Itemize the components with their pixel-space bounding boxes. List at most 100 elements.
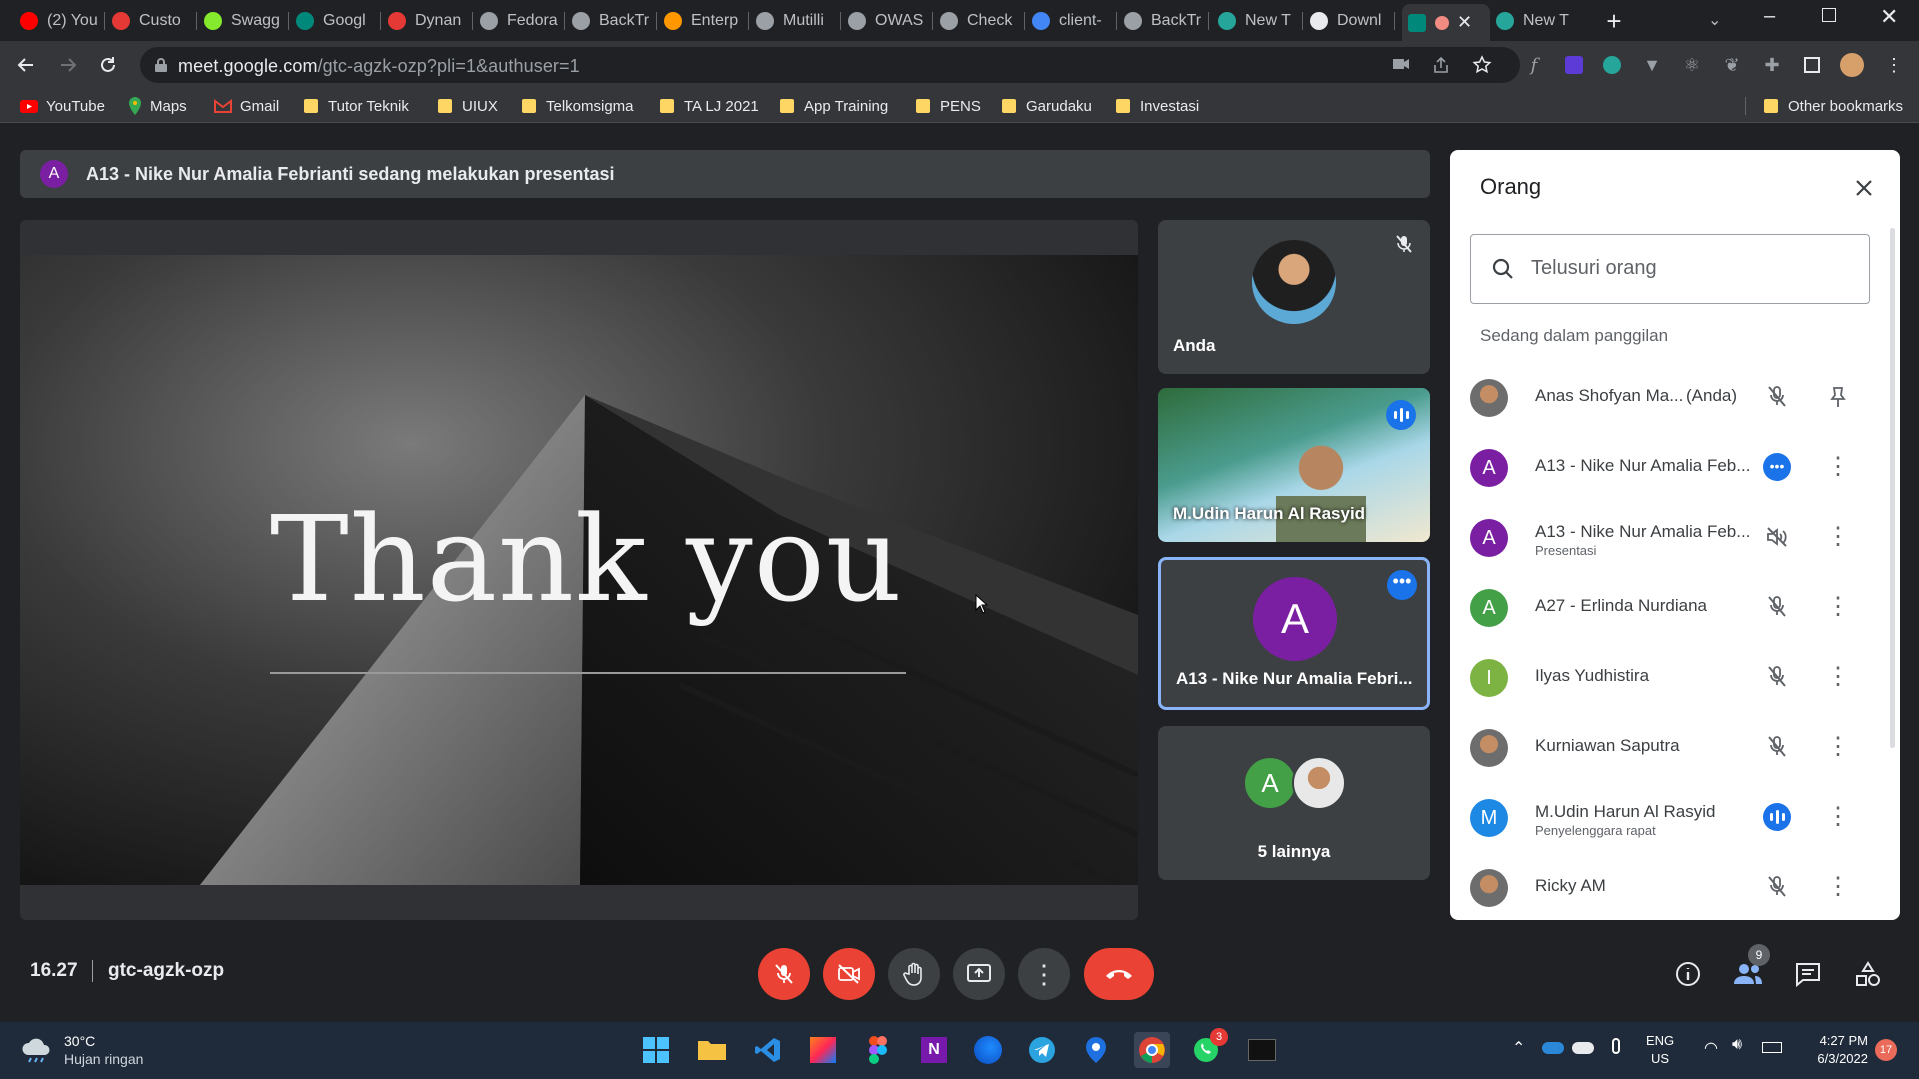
camera-toggle-button[interactable] — [823, 948, 875, 1000]
browser-tab[interactable]: OWAS — [842, 6, 930, 36]
browser-tab[interactable]: Custo — [106, 6, 194, 36]
camera-blocked-icon[interactable] — [1392, 57, 1410, 71]
extension-purple-icon[interactable] — [1562, 53, 1586, 77]
side-panel-icon[interactable] — [1800, 53, 1824, 77]
formula-extension-icon[interactable]: f — [1522, 53, 1546, 77]
tile-presenter[interactable]: A ••• A13 - Nike Nur Amalia Febri... — [1158, 557, 1430, 710]
extensions-puzzle-icon[interactable]: ✚ — [1760, 53, 1784, 77]
battery-icon[interactable] — [1762, 1042, 1782, 1053]
bookmark-gmail[interactable]: Gmail — [214, 96, 279, 116]
pin-icon[interactable] — [1823, 382, 1853, 412]
browser-tab[interactable]: (2) You — [14, 6, 102, 36]
browser-tab[interactable]: Fedora — [474, 6, 562, 36]
more-options-icon[interactable]: ⋮ — [1823, 662, 1853, 692]
terminal-taskbar[interactable] — [1244, 1032, 1280, 1068]
participant-row[interactable]: A A27 - Erlinda Nurdiana ⋮ — [1450, 572, 1900, 642]
browser-tab[interactable]: BackTr — [566, 6, 654, 36]
browser-tab[interactable]: Enterp — [658, 6, 746, 36]
mic-off-icon[interactable] — [1762, 732, 1792, 762]
browser-tab[interactable]: New T — [1212, 6, 1300, 36]
bookmark-pens[interactable]: PENS — [916, 96, 981, 116]
bookmark-youtube[interactable]: YouTube — [20, 96, 105, 116]
microphone-tray-icon[interactable] — [1612, 1038, 1620, 1054]
bookmark-maps[interactable]: Maps — [128, 96, 187, 116]
telegram-taskbar[interactable] — [1024, 1032, 1060, 1068]
tab-active-meet[interactable]: ✕ — [1402, 4, 1490, 41]
more-options-icon[interactable]: ⋮ — [1823, 802, 1853, 832]
participant-row[interactable]: Ricky AM ⋮ — [1450, 852, 1900, 922]
presentation-stage[interactable]: Thank you — [20, 220, 1138, 920]
leaf-extension-icon[interactable]: ❦ — [1720, 53, 1744, 77]
participant-row[interactable]: A A13 - Nike Nur Amalia Feb... Presentasi ⋮ — [1450, 502, 1900, 572]
bookmark-tutor-teknik[interactable]: Tutor Teknik — [304, 96, 409, 116]
browser-tab[interactable]: client- — [1026, 6, 1114, 36]
tab-search-icon[interactable]: ⌄ — [1708, 10, 1721, 30]
raise-hand-button[interactable] — [888, 948, 940, 1000]
whatsapp-taskbar[interactable]: 3 — [1188, 1028, 1228, 1068]
cloud-icon[interactable] — [1572, 1042, 1594, 1054]
mic-off-icon[interactable] — [1762, 872, 1792, 902]
reload-button[interactable] — [92, 49, 124, 81]
react-extension-icon[interactable]: ⚛ — [1680, 53, 1704, 77]
chrome-taskbar[interactable] — [1134, 1032, 1170, 1068]
present-screen-button[interactable] — [953, 948, 1005, 1000]
figma-taskbar[interactable] — [860, 1032, 896, 1068]
close-window-button[interactable]: ✕ — [1880, 4, 1898, 30]
new-tab-button[interactable]: + — [1600, 8, 1628, 36]
chat-button[interactable] — [1782, 948, 1834, 1000]
firefox-taskbar[interactable] — [970, 1032, 1006, 1068]
people-button[interactable]: 9 — [1722, 944, 1774, 1000]
weather-widget[interactable]: 30°C Hujan ringan — [20, 1030, 143, 1070]
mic-off-icon[interactable] — [1762, 592, 1792, 622]
intellij-taskbar[interactable] — [805, 1032, 841, 1068]
browser-tab[interactable]: Mutilli — [750, 6, 838, 36]
participant-row[interactable]: I Ilyas Yudhistira ⋮ — [1450, 642, 1900, 712]
address-bar[interactable]: meet.google.com/gtc-agzk-ozp?pli=1&authu… — [140, 47, 1520, 83]
notification-badge[interactable]: 17 — [1875, 1039, 1897, 1061]
system-clock[interactable]: 4:27 PM 6/3/2022 — [1792, 1032, 1868, 1068]
minimize-button[interactable]: – — [1764, 5, 1775, 28]
maps-taskbar[interactable] — [1078, 1032, 1114, 1068]
browser-tab[interactable]: New T — [1490, 6, 1578, 36]
m-extension-icon[interactable] — [1600, 53, 1624, 77]
people-search-input[interactable]: Telusuri orang — [1470, 234, 1870, 304]
more-options-icon[interactable]: ⋮ — [1823, 452, 1853, 482]
bookmark-app-training[interactable]: App Training — [780, 96, 888, 116]
more-options-icon[interactable]: ⋮ — [1823, 592, 1853, 622]
vscode-taskbar[interactable] — [750, 1032, 786, 1068]
windows-start-button[interactable] — [638, 1032, 674, 1068]
vuetify-extension-icon[interactable]: ▼ — [1640, 53, 1664, 77]
chrome-menu-icon[interactable]: ⋮ — [1882, 53, 1906, 77]
leave-call-button[interactable] — [1084, 948, 1154, 1000]
bookmark-ta-lj-2021[interactable]: TA LJ 2021 — [660, 96, 759, 116]
participant-row[interactable]: Kurniawan Saputra ⋮ — [1450, 712, 1900, 782]
participant-row[interactable]: Anas Shofyan Ma... (Anda) — [1450, 362, 1900, 432]
meeting-details-button[interactable] — [1662, 948, 1714, 1000]
tile-m-udin[interactable]: M.Udin Harun Al Rasyid — [1158, 388, 1430, 542]
language-indicator[interactable]: ENG US — [1646, 1032, 1674, 1068]
wifi-icon[interactable]: ◠ — [1704, 1038, 1718, 1058]
more-options-icon[interactable]: ⋮ — [1823, 872, 1853, 902]
show-hidden-icons[interactable]: ⌃ — [1512, 1038, 1525, 1058]
file-explorer-taskbar[interactable] — [694, 1032, 730, 1068]
browser-tab[interactable]: Swagg — [198, 6, 286, 36]
back-button[interactable] — [10, 49, 42, 81]
tile-self[interactable]: Anda — [1158, 220, 1430, 374]
browser-tab[interactable]: Downl — [1304, 6, 1392, 36]
bookmark-telkomsigma[interactable]: Telkomsigma — [522, 96, 634, 116]
browser-tab[interactable]: Googl — [290, 6, 378, 36]
panel-scrollbar[interactable] — [1890, 228, 1895, 748]
browser-tab[interactable]: Dynan — [382, 6, 470, 36]
forward-button[interactable] — [52, 49, 84, 81]
mic-off-icon[interactable] — [1762, 662, 1792, 692]
bookmark-star-icon[interactable] — [1472, 55, 1492, 75]
volume-off-icon[interactable] — [1762, 522, 1792, 552]
more-options-icon[interactable]: ⋮ — [1823, 732, 1853, 762]
maximize-button[interactable] — [1822, 8, 1836, 22]
participant-row[interactable]: M M.Udin Harun Al Rasyid Penyelenggara rap… — [1450, 782, 1900, 852]
bookmark-garudaku[interactable]: Garudaku — [1002, 96, 1092, 116]
activities-button[interactable] — [1842, 948, 1894, 1000]
mic-off-icon[interactable] — [1762, 382, 1792, 412]
close-icon[interactable] — [1852, 176, 1876, 200]
bookmark-investasi[interactable]: Investasi — [1116, 96, 1199, 116]
